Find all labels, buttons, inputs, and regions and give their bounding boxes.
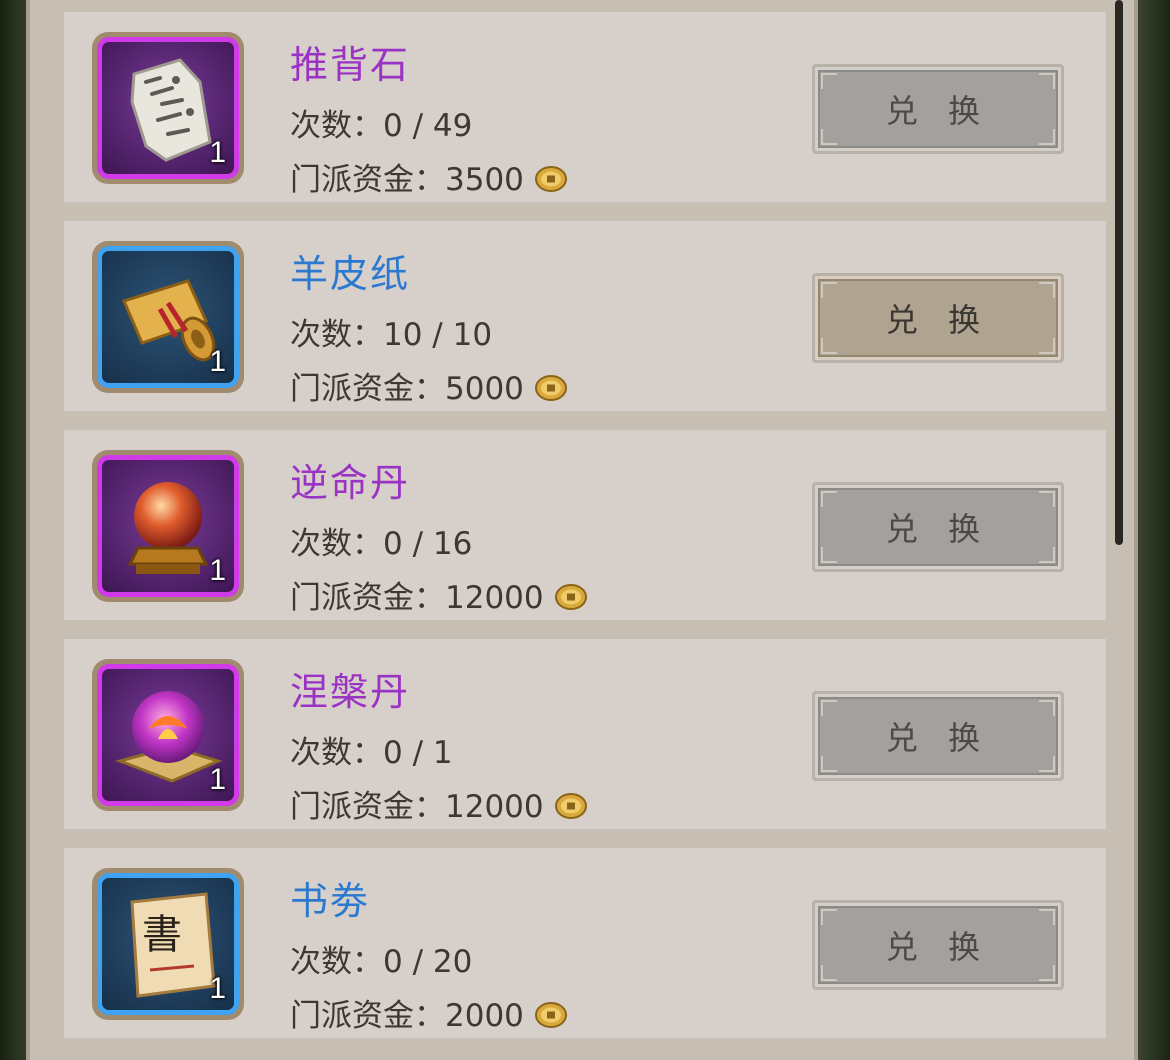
item-slot[interactable]: 1 [92, 450, 244, 602]
exchange-row: 1 逆命丹 次数：0 / 16 门派资金：12000 兑 换 [64, 430, 1106, 622]
item-slot[interactable]: 1 [92, 241, 244, 393]
exchange-button[interactable]: 兑 换 [812, 273, 1064, 363]
item-slot[interactable]: 1 [92, 659, 244, 811]
exchange-row: 1 涅槃丹 次数：0 / 1 门派资金：12000 兑 换 [64, 639, 1106, 831]
sect-fund-cost: 门派资金：2000 [290, 990, 568, 1035]
item-quantity: 1 [209, 136, 226, 169]
exchange-count: 次数：0 / 20 [290, 944, 473, 980]
item-name: 羊皮纸 [290, 252, 411, 296]
exchange-row: 書 1 书劵 次数：0 / 20 门派资金：2000 兑 换 [64, 848, 1106, 1040]
item-quantity: 1 [209, 972, 226, 1005]
item-quantity: 1 [209, 554, 226, 587]
exchange-count: 次数：10 / 10 [290, 317, 493, 353]
item-name: 逆命丹 [290, 461, 411, 505]
sect-fund-cost: 门派资金：3500 [290, 154, 568, 199]
scrollbar[interactable] [1115, 0, 1123, 545]
item-quantity: 1 [209, 345, 226, 378]
coin-icon [554, 583, 587, 610]
exchange-count: 次数：0 / 49 [290, 108, 473, 144]
exchange-row: 1 羊皮纸 次数：10 / 10 门派资金：5000 兑 换 [64, 221, 1106, 413]
item-quantity: 1 [209, 763, 226, 796]
book-character: 書 [142, 912, 182, 958]
background-right [1134, 0, 1170, 1060]
item-name: 书劵 [290, 879, 371, 923]
sect-fund-cost: 门派资金：5000 [290, 363, 568, 408]
exchange-button[interactable]: 兑 换 [812, 900, 1064, 990]
coin-icon [534, 374, 567, 401]
sect-fund-cost: 门派资金：12000 [290, 781, 588, 826]
exchange-count: 次数：0 / 16 [290, 526, 473, 562]
exchange-row: 1 推背石 次数：0 / 49 门派资金：3500 兑 换 [64, 12, 1106, 204]
exchange-button[interactable]: 兑 换 [812, 691, 1064, 781]
exchange-button[interactable]: 兑 换 [812, 482, 1064, 572]
item-slot[interactable]: 1 [92, 32, 244, 184]
sect-fund-cost: 门派资金：12000 [290, 572, 588, 617]
item-name: 涅槃丹 [290, 670, 411, 714]
exchange-count: 次数：0 / 1 [290, 735, 453, 771]
coin-icon [534, 1001, 567, 1028]
coin-icon [554, 792, 587, 819]
item-slot[interactable]: 書 1 [92, 868, 244, 1020]
item-name: 推背石 [290, 43, 411, 87]
coin-icon [534, 165, 567, 192]
exchange-button[interactable]: 兑 换 [812, 64, 1064, 154]
